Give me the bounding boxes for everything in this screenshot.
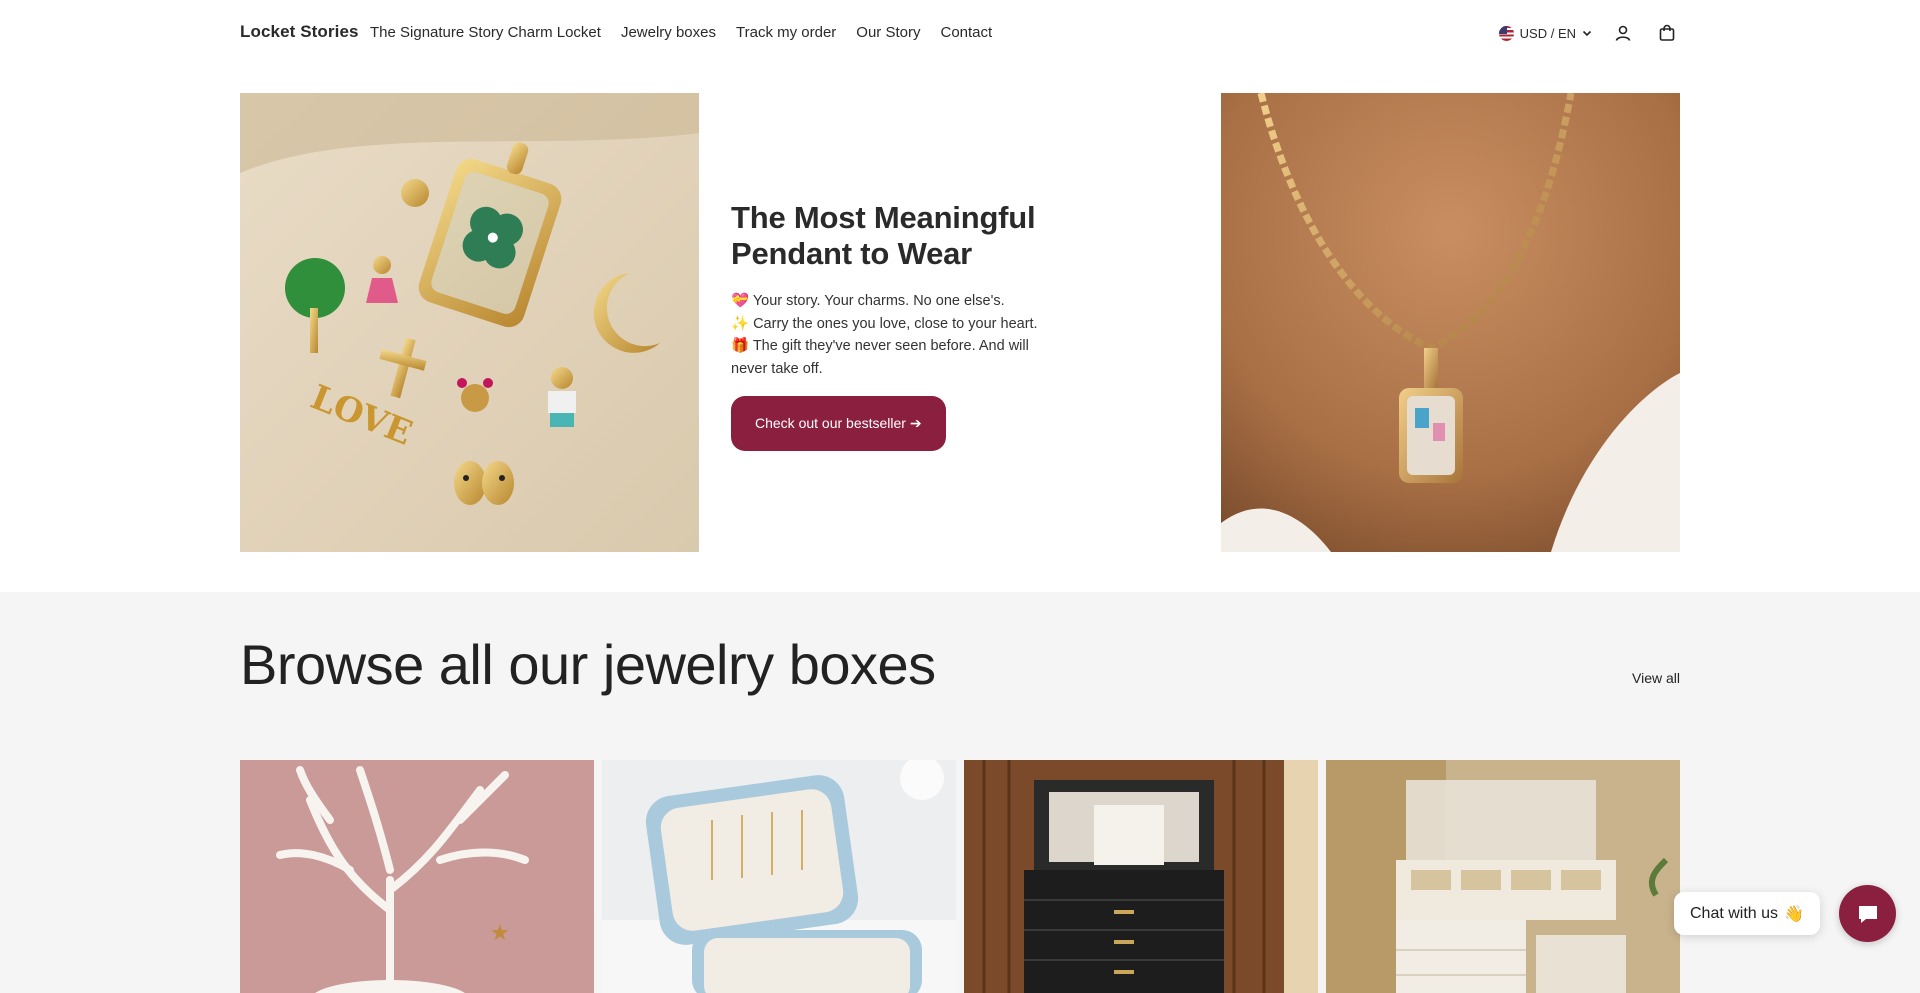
section-title: Browse all our jewelry boxes [240, 633, 936, 696]
main-nav: The Signature Story Charm Locket Jewelry… [370, 24, 992, 41]
currency-label: USD / EN [1519, 25, 1576, 41]
browse-jewelry-boxes-section: Browse all our jewelry boxes View all ★ [0, 592, 1920, 993]
product-cards: ★ [240, 760, 1680, 993]
hero-benefits: 💝 Your story. Your charms. No one else's… [731, 290, 1061, 380]
benefit-line: ✨ Carry the ones you love, close to your… [731, 315, 1038, 332]
chat-prompt-text: Chat with us [1690, 904, 1779, 922]
benefit-line: 💝 Your story. Your charms. No one else's… [731, 293, 1005, 309]
benefit-line: 🎁 The gift they've never seen before. An… [731, 338, 1029, 377]
chevron-down-icon [1582, 30, 1592, 37]
product-card-tree-stand[interactable]: ★ [240, 760, 594, 993]
hero-title: The Most Meaningful Pendant to Wear [731, 200, 1061, 272]
nav-item-contact[interactable]: Contact [940, 24, 992, 41]
hero-image-necklace [1221, 93, 1680, 552]
us-flag-icon [1498, 25, 1514, 41]
product-card-black-box[interactable] [964, 760, 1318, 993]
account-icon[interactable] [1610, 20, 1636, 46]
bestseller-button[interactable]: Check out our bestseller ➔ [731, 396, 946, 451]
nav-item-track-order[interactable]: Track my order [736, 24, 836, 41]
site-logo[interactable]: Locket Stories [240, 22, 359, 42]
hero-title-line1: The Most Meaningful [731, 200, 1036, 235]
header-actions: USD / EN [1498, 20, 1680, 46]
nav-item-our-story[interactable]: Our Story [856, 24, 920, 41]
product-card-travel-case[interactable] [602, 760, 956, 993]
chat-icon [1858, 905, 1877, 923]
nav-item-signature-locket[interactable]: The Signature Story Charm Locket [370, 24, 601, 41]
view-all-link[interactable]: View all [1632, 670, 1680, 686]
hero-title-line2: Pendant to Wear [731, 236, 973, 271]
chat-prompt-bubble[interactable]: Chat with us 👋 [1674, 892, 1820, 935]
chat-launcher-button[interactable] [1839, 885, 1896, 942]
bag-icon[interactable] [1654, 20, 1680, 46]
site-header: Locket Stories The Signature Story Charm… [0, 0, 1920, 68]
product-card-white-box[interactable] [1326, 760, 1680, 993]
hero-copy: The Most Meaningful Pendant to Wear 💝 Yo… [731, 200, 1061, 451]
hero-image-charms: LOVE [240, 93, 699, 552]
nav-item-jewelry-boxes[interactable]: Jewelry boxes [621, 24, 716, 41]
currency-selector[interactable]: USD / EN [1498, 25, 1592, 41]
waving-hand-icon: 👋 [1784, 905, 1804, 923]
svg-text:★: ★ [490, 920, 510, 945]
